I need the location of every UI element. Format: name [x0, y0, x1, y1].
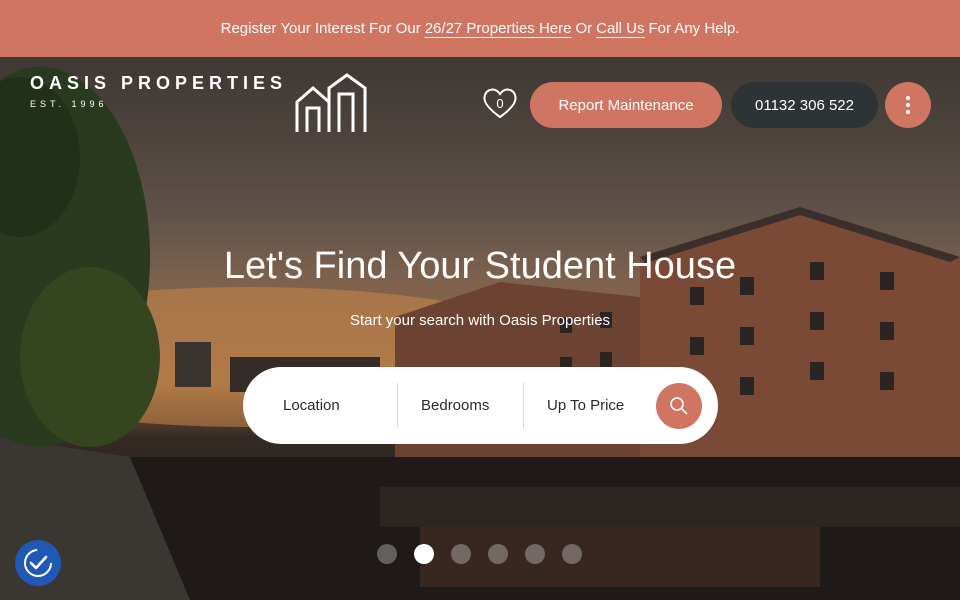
price-select[interactable]: Up To Price	[547, 367, 647, 444]
banner-suffix: For Any Help.	[648, 20, 740, 37]
favourites-button[interactable]: 0	[482, 86, 518, 120]
favourites-count: 0	[496, 96, 504, 111]
phone-button[interactable]: 01132 306 522	[731, 82, 878, 128]
brand-logo[interactable]: OASIS PROPERTIES EST. 1996	[30, 73, 287, 109]
search-divider	[523, 383, 524, 428]
banner-call-link[interactable]: Call Us	[596, 20, 644, 37]
accessibility-icon	[24, 549, 52, 577]
carousel-dot[interactable]	[525, 544, 545, 564]
banner-middle: Or	[575, 20, 593, 37]
report-maintenance-button[interactable]: Report Maintenance	[530, 82, 722, 128]
carousel-dot[interactable]	[488, 544, 508, 564]
search-button[interactable]	[656, 383, 702, 429]
carousel-dot[interactable]	[562, 544, 582, 564]
house-logo-icon	[295, 73, 367, 132]
hero-title: Let's Find Your Student House	[223, 245, 737, 287]
property-search-bar: Location Bedrooms Up To Price	[243, 367, 718, 444]
top-banner: Register Your Interest For Our 26/27 Pro…	[0, 0, 960, 57]
search-icon	[670, 397, 688, 415]
carousel-dot[interactable]	[451, 544, 471, 564]
accessibility-button[interactable]	[15, 540, 61, 586]
brand-name: OASIS PROPERTIES	[30, 73, 288, 93]
menu-dots-icon	[906, 96, 910, 114]
bedrooms-select[interactable]: Bedrooms	[421, 367, 526, 444]
menu-button[interactable]	[885, 82, 931, 128]
banner-properties-link[interactable]: 26/27 Properties Here	[425, 20, 572, 37]
banner-prefix: Register Your Interest For Our	[220, 20, 421, 37]
brand-established: EST. 1996	[30, 99, 108, 109]
search-divider	[397, 383, 398, 428]
hero-subtitle: Start your search with Oasis Properties	[349, 312, 611, 329]
location-select[interactable]: Location	[283, 367, 393, 444]
carousel-dot[interactable]	[377, 544, 397, 564]
carousel-dot-active[interactable]	[414, 544, 434, 564]
